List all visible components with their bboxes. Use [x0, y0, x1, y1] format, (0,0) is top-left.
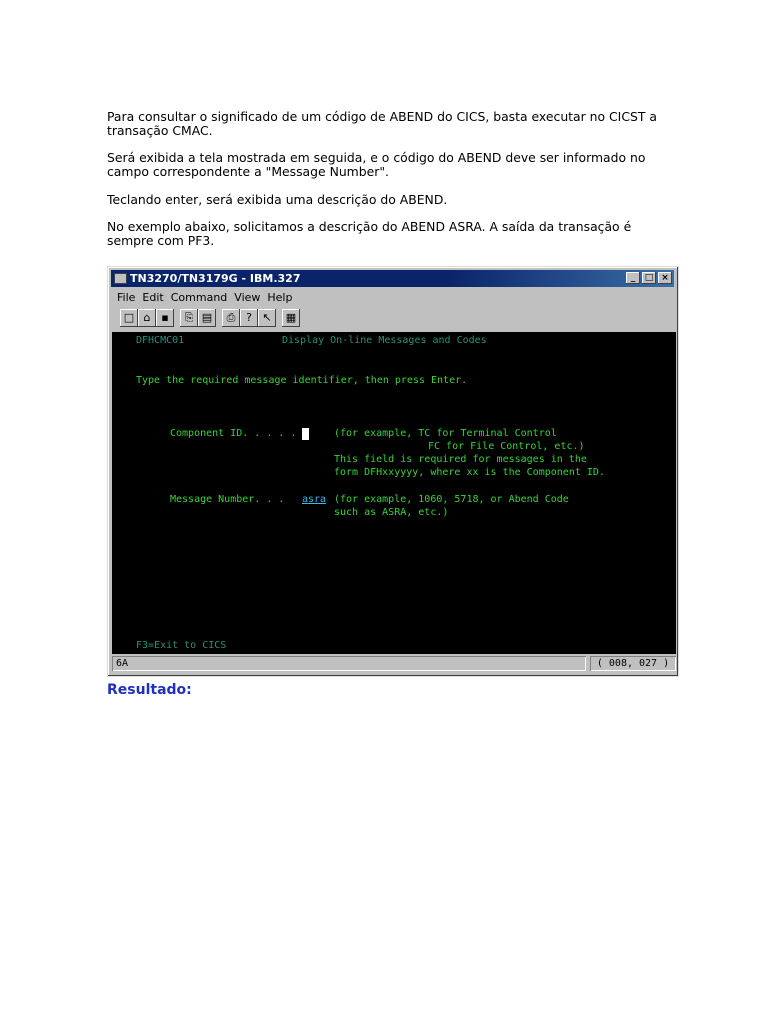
- title-bar: TN3270/TN3179G - IBM.327 _ □ ×: [111, 270, 674, 287]
- component-help-1: (for example, TC for Terminal Control: [334, 428, 557, 439]
- menu-view[interactable]: View: [234, 291, 260, 304]
- menu-command[interactable]: Command: [171, 291, 228, 304]
- new-icon[interactable]: □: [120, 309, 138, 327]
- menu-file[interactable]: File: [117, 291, 135, 304]
- status-bar: 6A ( 008, 027 ): [112, 656, 676, 671]
- cursor: [302, 428, 309, 440]
- window-controls: _ □ ×: [624, 272, 672, 289]
- print-icon[interactable]: ⎙: [222, 309, 240, 327]
- component-help-2: FC for File Control, etc.): [428, 441, 585, 452]
- transaction-id: DFHCMC01: [136, 335, 185, 346]
- close-button[interactable]: ×: [658, 272, 672, 284]
- message-help-1: (for example, 1060, 5718, or Abend Code: [334, 494, 569, 505]
- context-help-icon[interactable]: ↖: [258, 309, 276, 327]
- intro-paragraph-1: Para consultar o significado de um códig…: [107, 109, 657, 138]
- cursor-position: ( 008, 027 ): [590, 656, 676, 671]
- message-help-2: such as ASRA, etc.): [334, 507, 449, 518]
- save-icon[interactable]: ▪: [156, 309, 174, 327]
- message-number-input[interactable]: asra: [302, 494, 326, 506]
- instruction-text: Type the required message identifier, th…: [136, 375, 468, 386]
- open-icon[interactable]: ⌂: [138, 309, 156, 327]
- minimize-button[interactable]: _: [626, 272, 640, 284]
- status-indicator: 6A: [112, 656, 586, 671]
- menu-bar: File Edit Command View Help: [117, 289, 299, 306]
- terminal-screen[interactable]: DFHCMC01 Display On-line Messages and Co…: [112, 332, 676, 654]
- terminal-window: TN3270/TN3179G - IBM.327 _ □ × File Edit Com…: [107, 266, 679, 677]
- message-number-label: Message Number. . .: [170, 494, 285, 505]
- intro-paragraph-4: No exemplo abaixo, solicitamos a descriç…: [107, 219, 632, 248]
- menu-edit[interactable]: Edit: [142, 291, 163, 304]
- toolbar: □ ⌂ ▪ ⎘ ▤ ⎙? ↖ ▦: [120, 309, 300, 329]
- result-heading: Resultado:: [107, 682, 192, 698]
- app-icon: [114, 273, 127, 284]
- menu-help[interactable]: Help: [267, 291, 292, 304]
- maximize-button[interactable]: □: [642, 272, 656, 284]
- component-help-3: This field is required for messages in t…: [334, 454, 587, 465]
- paste-icon[interactable]: ▤: [198, 309, 216, 327]
- help-icon[interactable]: ?: [240, 309, 258, 327]
- component-help-4: form DFHxxyyyy, where xx is the Componen…: [334, 467, 605, 478]
- copy-icon[interactable]: ⎘: [180, 309, 198, 327]
- intro-paragraph-2: Será exibida a tela mostrada em seguida,…: [107, 150, 646, 179]
- intro-paragraph-3: Teclando enter, será exibida uma descriç…: [107, 192, 448, 207]
- window-title: TN3270/TN3179G - IBM.327: [130, 272, 301, 285]
- component-id-label: Component ID. . . . .: [170, 428, 297, 439]
- screen-title: Display On-line Messages and Codes: [282, 335, 487, 346]
- component-id-input[interactable]: [302, 428, 309, 443]
- pf-key-legend: F3=Exit to CICS: [136, 640, 227, 651]
- settings-icon[interactable]: ▦: [282, 309, 300, 327]
